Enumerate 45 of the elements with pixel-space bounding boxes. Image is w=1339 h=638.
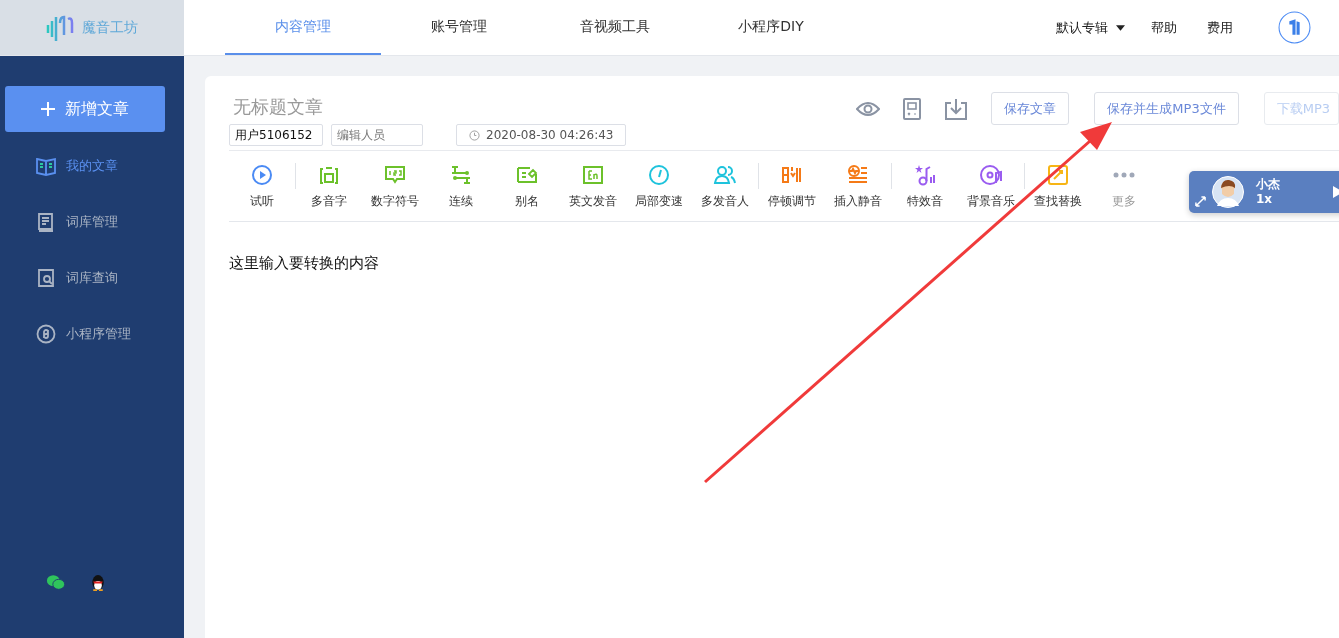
voice-name: 小杰 (1256, 177, 1280, 192)
caret-icon (1116, 24, 1125, 31)
date-field[interactable]: 2020-08-30 04:26:43 (456, 124, 626, 146)
avatar-figure-icon (1212, 176, 1244, 208)
download-icon[interactable] (944, 97, 969, 120)
toolbar-tool[interactable]: 试听 (229, 162, 295, 210)
toolbar-tool[interactable]: 特效音 (892, 162, 958, 210)
toolbar-tool[interactable]: 插入静音 (825, 162, 891, 210)
header-link[interactable]: 费用 (1207, 18, 1233, 37)
link-circle-icon (36, 324, 56, 344)
toolbar-tool[interactable]: 别名 (494, 162, 560, 210)
action-button[interactable]: 保存并生成MP3文件 (1094, 92, 1239, 125)
clock-icon (469, 129, 480, 141)
toolbar-tool[interactable]: 连续 (428, 162, 494, 210)
document-icon (36, 212, 56, 232)
action-button[interactable]: 保存文章 (991, 92, 1070, 125)
toolbar-tool[interactable]: 英文发音 (560, 162, 626, 210)
voice-speed: 1x (1256, 192, 1274, 207)
nav-tab[interactable]: 音视频工具 (537, 0, 693, 55)
expand-icon[interactable] (1195, 195, 1206, 207)
sidebar-item[interactable]: 词库管理 (0, 194, 184, 250)
book-icon (36, 156, 56, 176)
toolbar-tool[interactable]: 局部变速 (626, 162, 692, 210)
album-dropdown[interactable]: 默认专辑 (1056, 18, 1125, 37)
editor-text[interactable]: 这里输入要转换的内容 (229, 254, 429, 273)
voice-panel[interactable]: 小杰 1x (1189, 171, 1339, 213)
sidebar-item[interactable]: 词库查询 (0, 250, 184, 306)
search-document-icon (36, 268, 56, 288)
toolbar-tool[interactable]: 多音字 (296, 162, 362, 210)
nav-tab[interactable]: 小程序DIY (693, 0, 849, 55)
header-link[interactable]: 帮助 (1151, 18, 1177, 37)
logo-text: 魔音工坊 (82, 18, 138, 37)
toolbar-tool[interactable]: 背景音乐 (958, 162, 1024, 210)
author-field[interactable]: 用户5106152 (229, 124, 323, 146)
toolbar-tool[interactable]: 数字符号 (362, 162, 428, 210)
sidebar-item[interactable]: 小程序管理 (0, 306, 184, 362)
toolbar-tool[interactable]: 多发音人 (692, 162, 758, 210)
toolbar-tool[interactable]: 停顿调节 (759, 162, 825, 210)
chat-bubbles-icon[interactable] (46, 573, 66, 592)
editor-field[interactable]: 编辑人员 (331, 124, 423, 146)
avatar-icon[interactable] (1278, 11, 1311, 44)
toolbar-tool[interactable]: 查找替换 (1025, 162, 1091, 210)
nav-tab[interactable]: 账号管理 (381, 0, 537, 55)
sidebar-item[interactable]: 我的文章 (0, 138, 184, 194)
plus-icon (41, 102, 55, 116)
